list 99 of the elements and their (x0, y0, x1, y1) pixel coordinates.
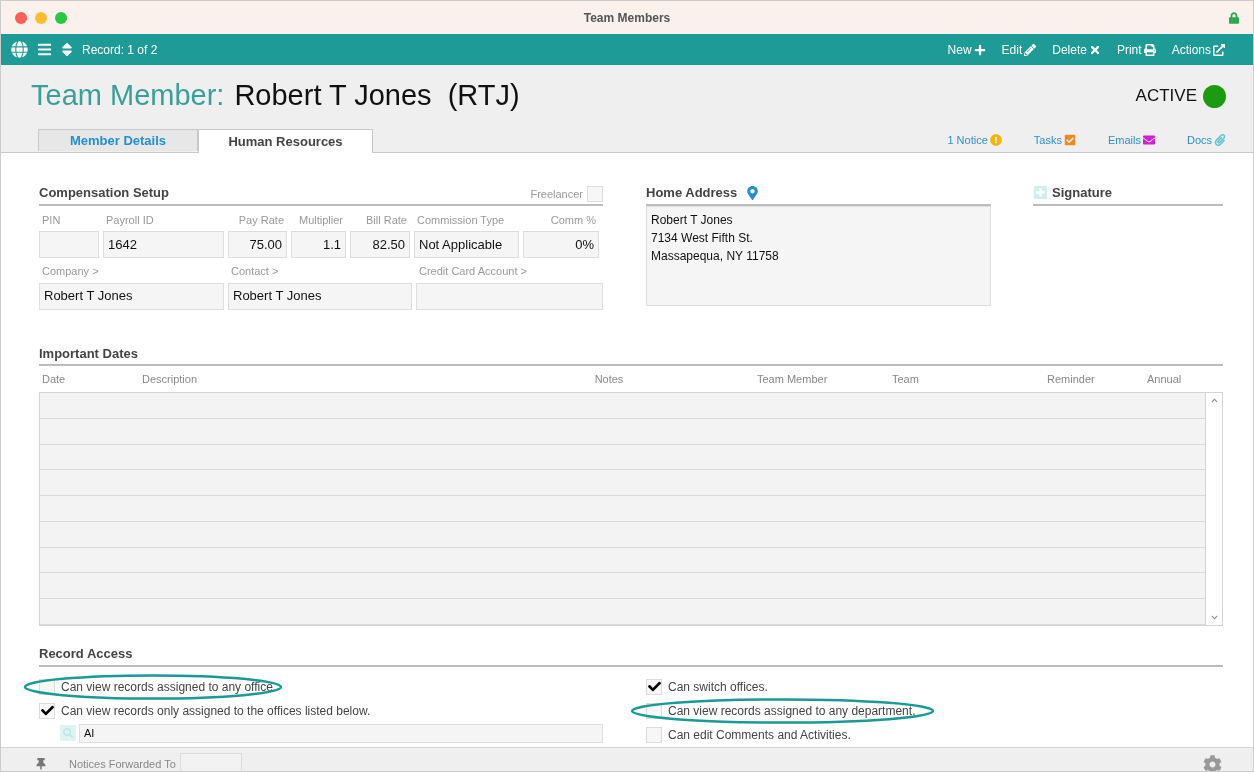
field-label: Payroll ID (105, 212, 155, 228)
list-icon[interactable] (37, 42, 52, 57)
scroll-up-icon[interactable] (1210, 397, 1218, 404)
checkbox[interactable] (646, 726, 662, 743)
text-field[interactable]: 0% (523, 231, 599, 258)
toolbar-button[interactable]: New (947, 40, 986, 59)
record-heading-label: Team Member: (31, 78, 225, 114)
checkbox-label: Can switch offices. (668, 678, 768, 696)
checkbox-label: Can view records only assigned to the offices listed below. (61, 702, 371, 720)
text-field[interactable]: 82.50 (350, 231, 410, 258)
footer-label: Notices Forwarded To (69, 756, 176, 771)
office-field[interactable]: AI (79, 723, 603, 743)
checkbox[interactable] (39, 702, 55, 719)
pencil-icon (1024, 43, 1037, 56)
check-icon (647, 680, 661, 693)
text-field[interactable]: 1642 (103, 231, 224, 258)
address-field[interactable]: Robert T Jones 7134 West Fifth St. Massapequa, NY 11758 (646, 205, 992, 306)
field-link[interactable]: Credit Card Account > (416, 263, 603, 280)
field-label: Bill Rate (365, 212, 408, 228)
toolbar-button[interactable]: Print (1116, 40, 1156, 59)
header-link[interactable]: Tasks (1033, 131, 1076, 148)
column-header: Team (891, 371, 920, 387)
text-field[interactable] (416, 282, 603, 310)
column-header: Notes (593, 371, 625, 387)
field-label: PIN (41, 212, 62, 228)
table-row[interactable] (40, 573, 1205, 600)
toolbar-button[interactable]: Edit (1001, 40, 1037, 59)
header-link[interactable]: Docs (1186, 131, 1226, 148)
plus-icon (973, 43, 986, 56)
paperclip-icon (1214, 133, 1226, 146)
close-window-button[interactable] (15, 11, 27, 24)
scroll-down-icon[interactable] (1210, 614, 1218, 621)
address-line: Massapequa, NY 11758 (651, 247, 780, 265)
table-row[interactable] (40, 444, 1205, 471)
column-header: Team Member (756, 371, 829, 387)
zoom-window-button[interactable] (55, 11, 67, 24)
section-title: Important Dates (39, 344, 138, 363)
field-label: Pay Rate (237, 212, 285, 228)
checkbox-label: Can view records assigned to any office. (61, 678, 277, 696)
field-label: Commission Type (416, 212, 506, 228)
section-title: Signature (1052, 184, 1113, 202)
field-link[interactable]: Contact > (228, 263, 412, 280)
section-title: Home Address (646, 184, 738, 202)
table-row[interactable] (40, 418, 1205, 445)
text-field[interactable] (39, 231, 99, 258)
record-counter: Record: 1 of 2 (82, 41, 158, 59)
address-line: 7134 West Fifth St. (651, 229, 754, 247)
text-field[interactable]: Not Applicable (414, 231, 519, 258)
tab[interactable]: Member Details (38, 129, 198, 151)
alert-icon (989, 133, 1002, 146)
column-header: Reminder (1046, 371, 1096, 387)
section-title: Record Access (39, 645, 133, 663)
search-icon[interactable] (60, 725, 76, 741)
arrow-icon (1213, 43, 1225, 56)
printer-icon (1143, 43, 1156, 56)
header-link[interactable]: Emails (1107, 131, 1155, 148)
text-field[interactable]: 75.00 (228, 231, 287, 258)
text-field[interactable]: Robert T Jones (39, 282, 224, 310)
check-icon (40, 704, 54, 717)
section-title: Compensation Setup (39, 184, 169, 202)
table-row[interactable] (40, 470, 1205, 497)
envelope-icon (1142, 133, 1155, 146)
record-heading: Robert T Jones (RTJ) (234, 78, 520, 114)
toolbar-button[interactable]: Delete (1052, 40, 1101, 59)
table-row[interactable] (40, 496, 1205, 522)
globe-icon[interactable] (11, 41, 28, 58)
pin-icon[interactable] (35, 758, 47, 770)
column-header: Annual (1146, 371, 1183, 387)
text-field[interactable]: Robert T Jones (228, 282, 412, 310)
close-icon (1088, 43, 1101, 56)
checkbox-label: Can view records assigned to any department. (668, 702, 916, 720)
toolbar-button[interactable]: Actions (1171, 40, 1225, 59)
field-link[interactable]: Company > (39, 263, 224, 280)
checkbox-label: Can edit Comments and Activities. (668, 726, 851, 744)
checkbox[interactable] (646, 678, 662, 695)
window-title: Team Members (583, 9, 671, 27)
tab[interactable]: Human Resources (198, 129, 373, 153)
field-label: Comm % (549, 212, 597, 228)
text-field[interactable]: 1.1 (291, 231, 346, 258)
sort-arrows-icon[interactable] (60, 41, 74, 58)
address-line: Robert T Jones (651, 211, 734, 229)
checkbox[interactable] (587, 186, 603, 203)
forward-field[interactable] (179, 753, 242, 771)
checkbox-icon (1063, 133, 1076, 146)
freelancer-label: Freelancer (530, 187, 583, 202)
table-row[interactable] (40, 599, 1205, 626)
table-row[interactable] (40, 521, 1205, 548)
table-row[interactable] (40, 547, 1205, 574)
add-icon[interactable] (1033, 185, 1049, 201)
map-pin-icon[interactable] (747, 185, 759, 200)
lock-icon (1229, 11, 1239, 24)
column-header: Description (141, 371, 199, 387)
header-link[interactable]: 1 Notice (947, 131, 1002, 148)
minimize-window-button[interactable] (35, 11, 47, 24)
settings-icon[interactable] (1203, 754, 1222, 771)
table-row[interactable] (40, 393, 1205, 419)
field-label: Multiplier (298, 212, 344, 228)
status-label: ACTIVE (1135, 85, 1197, 108)
column-header: Date (41, 371, 67, 387)
